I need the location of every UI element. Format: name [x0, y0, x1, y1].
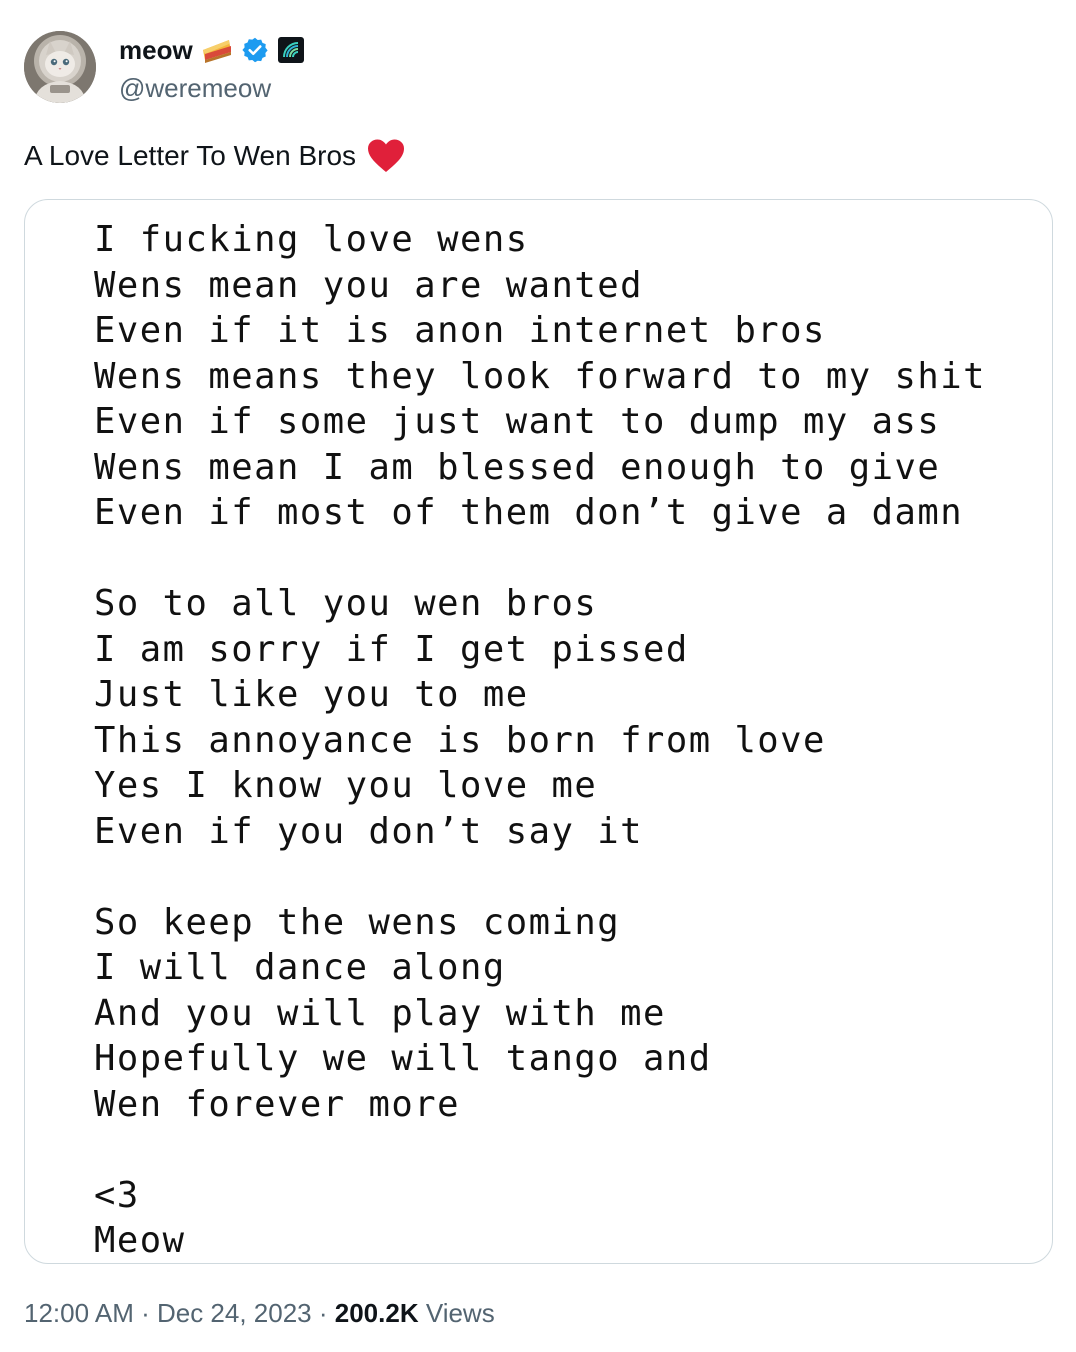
meta-separator: ·	[133, 1298, 157, 1328]
poem-line: Hopefully we will tango and	[94, 1038, 712, 1079]
red-heart-icon	[366, 138, 406, 174]
meta-separator: ·	[311, 1298, 335, 1328]
author-name-row: meow	[119, 34, 305, 66]
poem-line: Just like you to me	[94, 674, 529, 715]
affiliate-logo-icon[interactable]	[277, 36, 305, 64]
pie-emoji-icon	[201, 36, 233, 64]
poem-line: Meow	[94, 1220, 186, 1261]
tweet-date[interactable]: Dec 24, 2023	[157, 1298, 312, 1328]
poem-line: This annoyance is born from love	[94, 719, 826, 761]
poem-line: I fucking love wens	[94, 219, 529, 260]
poem-blank-line	[94, 854, 986, 900]
poem-blank-line	[94, 536, 986, 582]
poem-line: Wens mean I am blessed enough to give	[94, 446, 941, 488]
poem-line: So keep the wens coming	[94, 901, 621, 943]
poem-line: I will dance along	[94, 947, 506, 988]
views-label: Views	[425, 1298, 495, 1328]
tweet-text-content: A Love Letter To Wen Bros	[24, 140, 357, 171]
tweet-text: A Love Letter To Wen Bros	[24, 138, 406, 174]
tweet-time[interactable]: 12:00 AM	[24, 1298, 134, 1328]
poem-line: I am sorry if I get pissed	[94, 628, 689, 670]
attached-image-card[interactable]: I fucking love wens Wens mean you are wan…	[24, 199, 1053, 1264]
poem-line: And you will play with me	[94, 992, 666, 1034]
poem-line: Wens mean you are wanted	[94, 264, 643, 306]
poem-text-block: I fucking love wens Wens mean you are wan…	[94, 217, 987, 1263]
poem-line: Wens means they look forward to my shit	[94, 355, 987, 397]
poem-blank-line	[94, 1127, 986, 1173]
poem-line: Even if some just want to dump my ass	[94, 401, 941, 442]
poem-line: Even if you don’t say it	[94, 810, 643, 852]
poem-line: Even if it is anon internet bros	[94, 310, 826, 351]
poem-line: Yes I know you love me	[94, 765, 598, 806]
poem-line: So to all you wen bros	[94, 583, 598, 624]
poem-line: <3	[94, 1174, 140, 1216]
poem-line: Even if most of them don’t give a damn	[94, 492, 964, 533]
author-display-name[interactable]: meow	[119, 34, 193, 66]
avatar[interactable]	[24, 31, 96, 103]
poem-line: Wen forever more	[94, 1083, 460, 1125]
author-handle[interactable]: @weremeow	[119, 72, 271, 104]
cat-astronaut-avatar-image	[24, 31, 96, 103]
verified-badge-icon[interactable]	[241, 36, 269, 64]
views-count: 200.2K	[334, 1298, 419, 1328]
tweet-meta: 12:00 AM · Dec 24, 2023 · 200.2K Views	[24, 1296, 495, 1330]
